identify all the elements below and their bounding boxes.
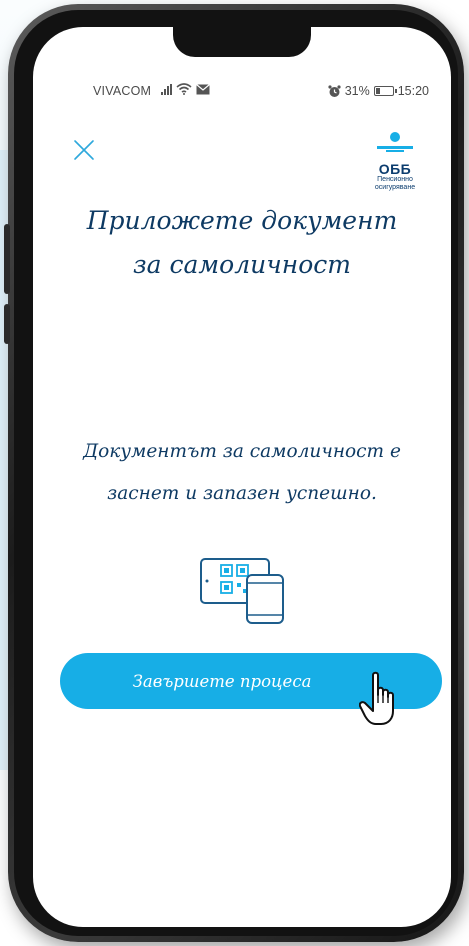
id-document-qr-icon	[200, 558, 284, 624]
close-button[interactable]	[71, 137, 97, 163]
logo-subtitle-line1: Пенсионно	[377, 176, 413, 183]
page-title-line1: Приложете документ	[86, 206, 398, 235]
status-right-group: 31% 15:20	[328, 84, 429, 98]
page-title: Приложете документ за самоличност	[53, 199, 431, 287]
app-screen: VIVACOM 31% 15:20 ОББ Пенсионно осигуряв…	[33, 27, 451, 927]
clock: 15:20	[397, 84, 429, 98]
carrier-name: VIVACOM	[93, 84, 152, 98]
success-message: Документът за самоличност е заснет и зап…	[43, 431, 441, 515]
wifi-icon	[176, 83, 192, 95]
page-title-line2: за самоличност	[133, 250, 351, 279]
status-bar: VIVACOM 31% 15:20	[33, 82, 451, 102]
obb-logo-mark-icon	[377, 132, 413, 152]
logo-subtitle-line2: осигуряване	[374, 184, 416, 191]
battery-icon	[373, 86, 397, 96]
complete-process-button[interactable]: Завършете процеса	[60, 653, 442, 709]
phone-frame: VIVACOM 31% 15:20 ОББ Пенсионно осигуряв…	[4, 4, 464, 942]
success-message-line2: заснет и запазен успешно.	[107, 483, 377, 504]
mail-icon	[196, 84, 210, 95]
battery-level	[375, 88, 381, 94]
phone-notch	[173, 27, 311, 57]
alarm-icon	[328, 84, 341, 97]
logo-text: ОББ	[378, 161, 412, 177]
success-message-line1: Документът за самоличност е	[83, 441, 401, 462]
phone-side-button	[4, 304, 10, 344]
status-left-icons	[161, 83, 210, 95]
battery-percent: 31%	[344, 84, 370, 98]
phone-volume-button	[4, 224, 10, 294]
obb-logo: ОББ Пенсионно осигуряване	[367, 131, 423, 192]
signal-icon	[161, 84, 172, 95]
close-icon	[74, 140, 94, 160]
